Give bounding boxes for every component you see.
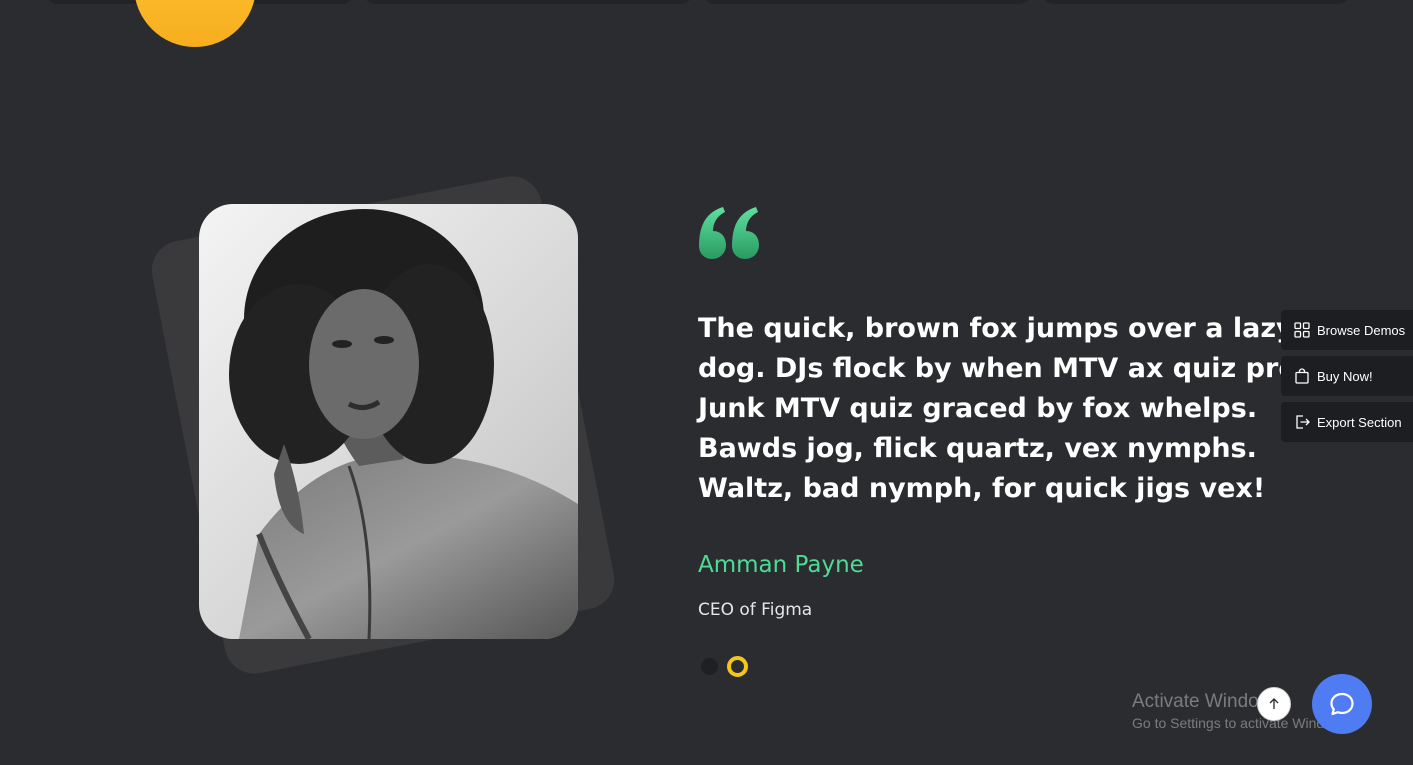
arrow-up-icon [1269,698,1279,709]
testimonial-photo [199,204,578,639]
scroll-to-top-button[interactable] [1257,687,1291,721]
buy-now-button[interactable]: Buy Now! [1281,356,1413,396]
quote-icon [699,207,759,259]
chat-button[interactable] [1312,674,1372,734]
testimonial-page: The quick, brown fox jumps over a lazy d… [0,0,1413,765]
testimonial-role: CEO of Figma [698,600,813,620]
testimonial-quote: The quick, brown fox jumps over a lazy d… [698,313,1327,504]
shopping-bag-icon [1295,368,1309,384]
previous-section-card [362,0,694,4]
decorative-yellow-circle [134,0,256,47]
chat-bubble-icon [1330,692,1354,716]
export-icon [1296,415,1310,429]
grid-icon [1294,322,1310,338]
export-section-button[interactable]: Export Section [1281,402,1413,442]
portrait-illustration [229,209,578,639]
export-section-label: Export Section [1317,414,1402,430]
browse-demos-button[interactable]: Browse Demos [1281,310,1413,350]
testimonial-author: Amman Payne [698,552,864,578]
slider-dot-1[interactable] [701,658,718,675]
slider-dot-2-active[interactable] [727,656,748,677]
previous-section-card [1040,0,1352,4]
browse-demos-label: Browse Demos [1317,322,1406,338]
buy-now-label: Buy Now! [1317,368,1373,384]
previous-section-card [701,0,1033,4]
